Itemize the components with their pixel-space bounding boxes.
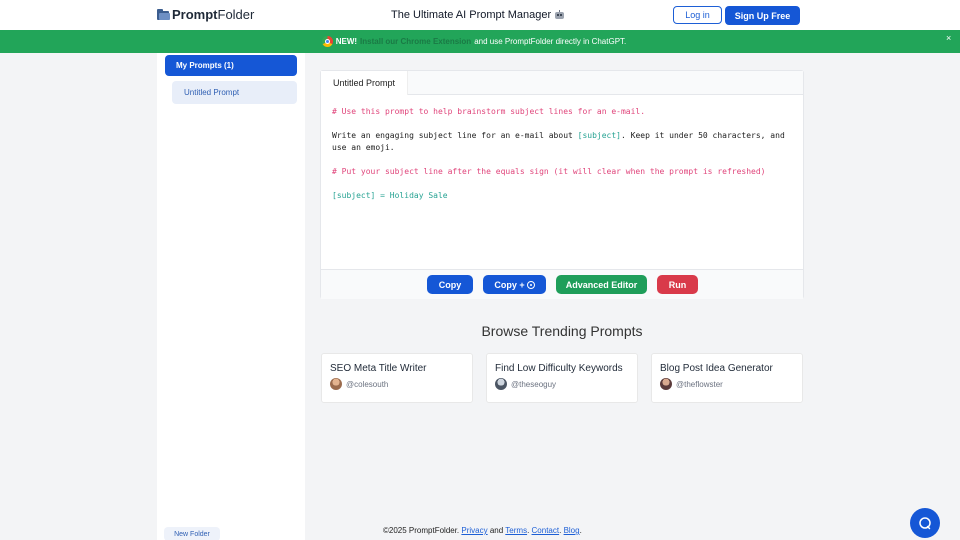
card-author: @theseoguy bbox=[495, 378, 556, 390]
chrome-extension-link[interactable]: Install our Chrome Extension bbox=[360, 37, 471, 46]
avatar bbox=[660, 378, 672, 390]
robot-icon bbox=[554, 10, 565, 20]
blog-link[interactable]: Blog bbox=[564, 526, 580, 535]
copy-button[interactable]: Copy bbox=[427, 275, 473, 294]
contact-link[interactable]: Contact bbox=[532, 526, 560, 535]
card-author: @colesouth bbox=[330, 378, 388, 390]
card-title: Find Low Difficulty Keywords bbox=[495, 363, 623, 374]
extension-banner: NEW! Install our Chrome Extension and us… bbox=[0, 30, 960, 53]
author-handle: @colesouth bbox=[346, 379, 389, 389]
tagline-text: The Ultimate AI Prompt Manager bbox=[391, 9, 552, 21]
copy-plus-label: Copy + bbox=[494, 279, 525, 290]
chat-support-icon[interactable] bbox=[910, 508, 940, 538]
signup-button[interactable]: Sign Up Free bbox=[725, 6, 800, 25]
footer: ©2025 PromptFolder. Privacy and Terms. C… bbox=[383, 526, 582, 535]
prompt-text-line: Write an engaging subject line for an e-… bbox=[332, 131, 785, 140]
card-title: SEO Meta Title Writer bbox=[330, 363, 427, 374]
author-handle: @theflowster bbox=[676, 379, 723, 389]
folder-icon bbox=[157, 9, 170, 20]
chrome-icon bbox=[321, 36, 333, 47]
page-tagline: The Ultimate AI Prompt Manager bbox=[391, 9, 565, 21]
banner-new-label: NEW! bbox=[335, 37, 358, 46]
prompt-text-line: use an emoji. bbox=[332, 143, 395, 152]
avatar bbox=[495, 378, 507, 390]
prompt-comment-line: # Use this prompt to help brainstorm sub… bbox=[332, 107, 646, 116]
new-folder-button[interactable]: New Folder bbox=[164, 527, 220, 540]
privacy-link[interactable]: Privacy bbox=[461, 526, 487, 535]
sidebar-prompt-item[interactable]: Untitled Prompt bbox=[172, 81, 297, 104]
trending-card[interactable]: SEO Meta Title Writer @colesouth bbox=[321, 353, 473, 403]
card-author: @theflowster bbox=[660, 378, 723, 390]
advanced-editor-button[interactable]: Advanced Editor bbox=[556, 275, 647, 294]
copyright-text: ©2025 PromptFolder. bbox=[383, 526, 460, 535]
trending-card[interactable]: Blog Post Idea Generator @theflowster bbox=[651, 353, 803, 403]
editor-toolbar: Copy Copy + Advanced Editor Run bbox=[321, 269, 803, 299]
avatar bbox=[330, 378, 342, 390]
footer-and: and bbox=[489, 526, 504, 535]
logo-text: PromptFolder bbox=[172, 7, 255, 22]
prompt-textarea[interactable]: # Use this prompt to help brainstorm sub… bbox=[332, 106, 794, 202]
logo[interactable]: PromptFolder bbox=[157, 7, 254, 22]
terms-link[interactable]: Terms bbox=[505, 526, 527, 535]
variable-assignment-line: [subject] = Holiday Sale bbox=[332, 191, 448, 200]
prompt-comment-line: # Put your subject line after the equals… bbox=[332, 167, 766, 176]
tab-untitled-prompt[interactable]: Untitled Prompt bbox=[321, 71, 409, 95]
top-header: PromptFolder The Ultimate AI Prompt Mana… bbox=[0, 0, 960, 30]
trending-card[interactable]: Find Low Difficulty Keywords @theseoguy bbox=[486, 353, 638, 403]
prompt-editor: Untitled Prompt # Use this prompt to hel… bbox=[320, 70, 804, 299]
run-button[interactable]: Run bbox=[657, 275, 698, 294]
folder-my-prompts[interactable]: My Prompts (1) bbox=[165, 55, 297, 76]
banner-text: and use PromptFolder directly in ChatGPT… bbox=[474, 37, 627, 46]
trending-heading: Browse Trending Prompts bbox=[481, 323, 643, 339]
chatgpt-icon bbox=[526, 280, 535, 289]
card-title: Blog Post Idea Generator bbox=[660, 363, 773, 374]
editor-tab-bar: Untitled Prompt bbox=[321, 71, 803, 95]
close-icon[interactable]: × bbox=[946, 33, 951, 43]
author-handle: @theseoguy bbox=[511, 379, 557, 389]
copy-plus-button[interactable]: Copy + bbox=[483, 275, 546, 294]
login-button[interactable]: Log in bbox=[673, 6, 722, 24]
chat-bubble-icon bbox=[919, 517, 931, 530]
sidebar: My Prompts (1) Untitled Prompt New Folde… bbox=[157, 53, 305, 540]
